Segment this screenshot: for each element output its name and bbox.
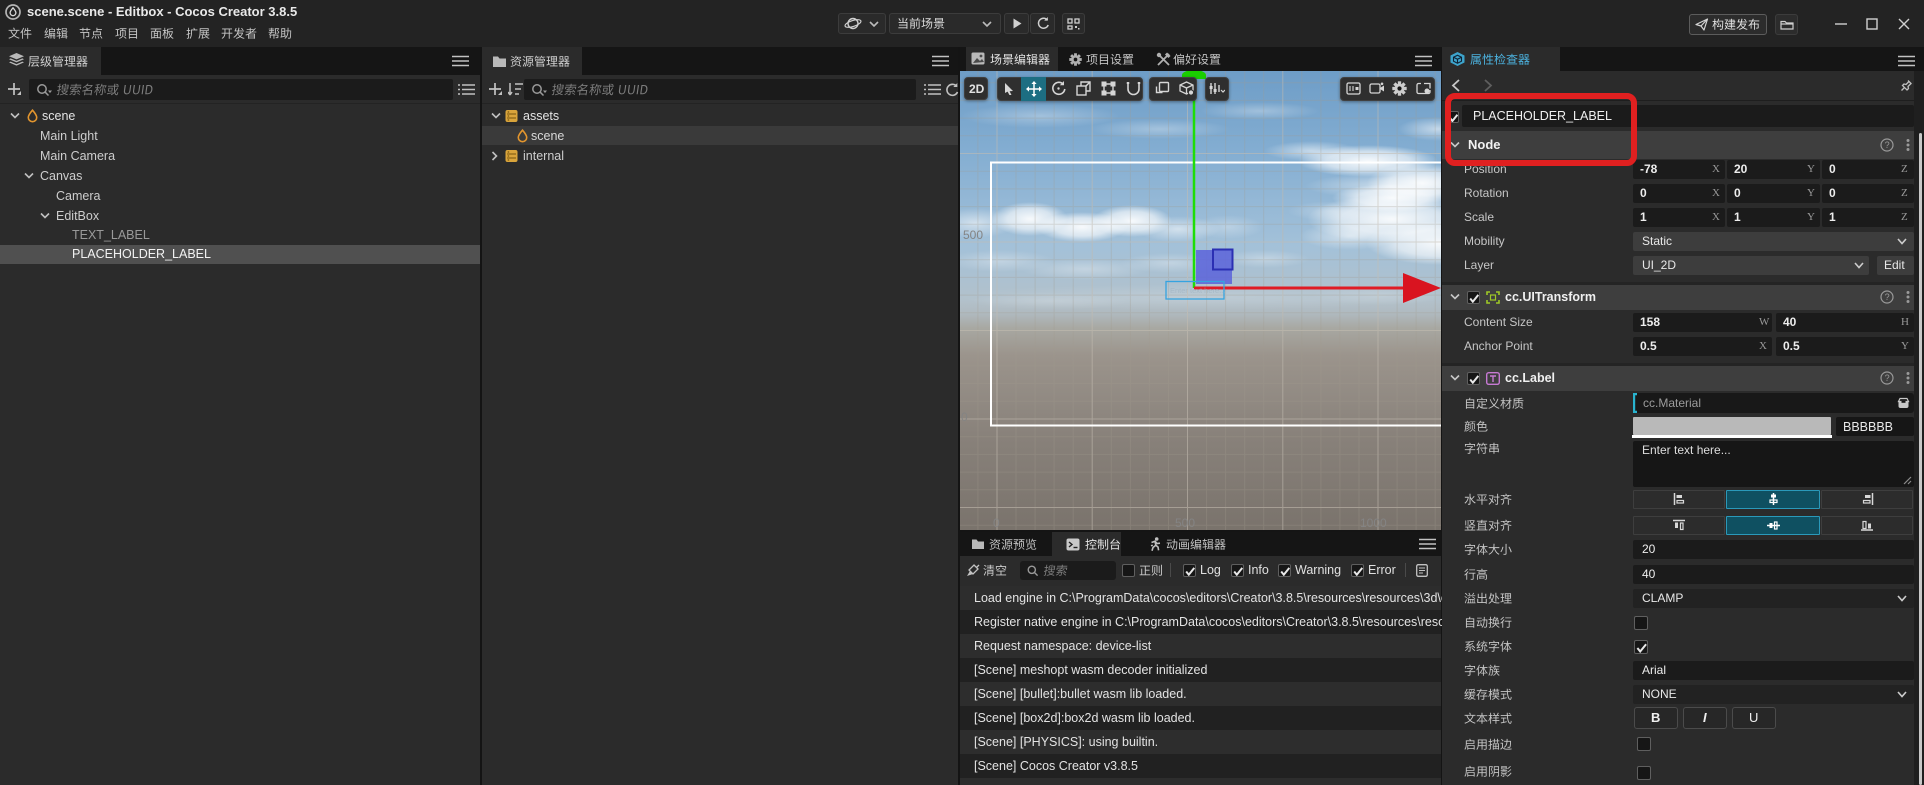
svg-text:0: 0 <box>993 516 1000 530</box>
svg-text:?: ? <box>1885 292 1890 302</box>
svg-text:Enter text here...: Enter text here... <box>1170 286 1225 295</box>
svg-text:?: ? <box>1885 373 1890 383</box>
svg-text:1000: 1000 <box>1360 516 1387 530</box>
svg-text:500: 500 <box>963 228 983 242</box>
svg-text:0: 0 <box>961 410 968 424</box>
svg-text:?: ? <box>1885 140 1890 150</box>
svg-text:500: 500 <box>1175 516 1195 530</box>
